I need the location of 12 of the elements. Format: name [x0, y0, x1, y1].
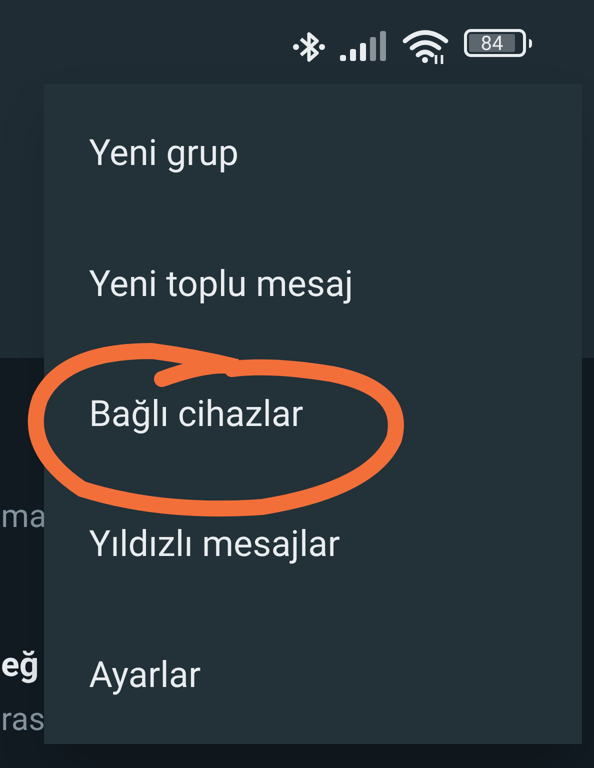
- menu-item[interactable]: Yıldızlı mesajlar: [44, 479, 582, 610]
- wifi-icon: [402, 29, 450, 65]
- chat-title: eğ: [1, 648, 39, 682]
- chat-subtitle: ras: [1, 703, 46, 735]
- battery-tip: [529, 38, 532, 48]
- menu-item[interactable]: Yeni grup: [44, 88, 582, 218]
- menu-item[interactable]: Bağlı cihazlar: [44, 348, 582, 480]
- signal-icon: [340, 31, 388, 63]
- menu-item[interactable]: Ayarlar: [44, 610, 582, 740]
- chat-subtitle: ma: [1, 500, 46, 532]
- menu-item[interactable]: Yeni toplu mesaj: [44, 218, 582, 349]
- battery-level: 84: [469, 34, 515, 52]
